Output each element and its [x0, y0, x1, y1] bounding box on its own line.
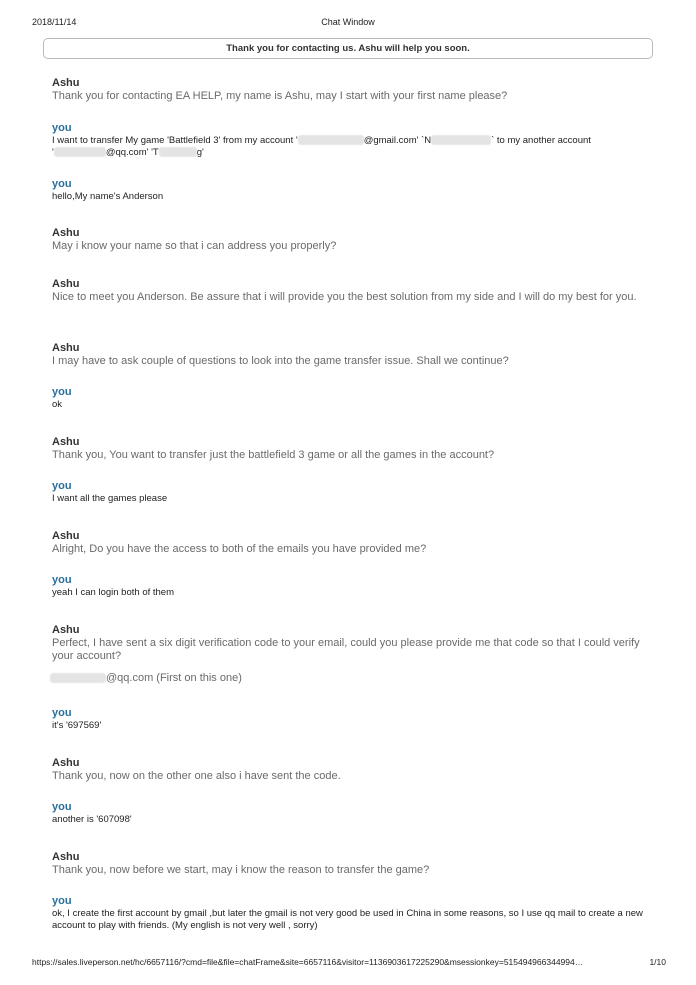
redaction [50, 673, 106, 684]
message-sender: you [52, 707, 72, 719]
text-fragment: @gmail.com' `N [363, 135, 432, 146]
text-fragment: g' [196, 147, 204, 158]
chat-message: Ashu Perfect, I have sent a six digit ve… [50, 624, 648, 685]
message-sender: Ashu [52, 77, 80, 89]
redaction [431, 135, 492, 146]
message-text: it's '697569' [52, 720, 102, 731]
message-sender: Ashu [52, 227, 80, 239]
message-sender: you [52, 386, 72, 398]
chat-message: you I want to transfer My game 'Battlefi… [52, 122, 648, 159]
text-fragment: ` to my another account [491, 135, 591, 146]
message-text: Perfect, I have sent a six digit verific… [52, 637, 640, 662]
message-text: Thank you, You want to transfer just the… [52, 449, 495, 461]
chat-banner: Thank you for contacting us. Ashu will h… [43, 38, 653, 59]
message-text: another is '607098' [52, 814, 132, 825]
chat-message: Ashu Thank you for contacting EA HELP, m… [52, 77, 648, 103]
page-title: Chat Window [321, 17, 375, 27]
chat-message: you ok, I create the first account by gm… [52, 895, 648, 932]
chat-message: Ashu Nice to meet you Anderson. Be assur… [52, 278, 648, 304]
message-sender: you [52, 801, 72, 813]
message-text: Thank you, now before we start, may i kn… [52, 864, 430, 876]
message-text: hello,My name's Anderson [52, 191, 164, 202]
message-sender: you [52, 574, 72, 586]
message-sender: Ashu [52, 530, 80, 542]
redaction [158, 147, 197, 158]
message-text: I want to transfer My game 'Battlefield … [52, 135, 648, 159]
message-text: I want all the games please [52, 493, 168, 504]
message-text: Alright, Do you have the access to both … [52, 543, 427, 555]
message-text: yeah I can login both of them [52, 587, 174, 598]
chat-message: Ashu Thank you, now before we start, may… [52, 851, 648, 877]
message-sender: Ashu [52, 757, 80, 769]
message-sender: you [52, 480, 72, 492]
chat-message: Ashu Thank you, now on the other one als… [52, 757, 648, 783]
message-sender: Ashu [52, 278, 80, 290]
redaction [297, 135, 364, 146]
chat-message: you ok [52, 386, 648, 411]
message-sender: you [52, 122, 72, 134]
page-number: 1/10 [649, 957, 666, 967]
message-email-line: @qq.com (First on this one) [50, 672, 648, 685]
message-text: Nice to meet you Anderson. Be assure tha… [52, 291, 637, 303]
message-text: Thank you for contacting EA HELP, my nam… [52, 90, 508, 102]
message-sender: Ashu [52, 436, 80, 448]
chat-message: you I want all the games please [52, 480, 648, 505]
print-header: 2018/11/14 Chat Window [0, 17, 696, 29]
message-text: ok [52, 399, 63, 410]
message-text: Thank you, now on the other one also i h… [52, 770, 341, 782]
chat-message: Ashu I may have to ask couple of questio… [52, 342, 648, 368]
chat-message: you it's '697569' [52, 707, 648, 732]
text-fragment: @qq.com (First on this one) [106, 672, 242, 684]
message-sender: you [52, 178, 72, 190]
message-sender: you [52, 895, 72, 907]
chat-message: Ashu Alright, Do you have the access to … [52, 530, 648, 556]
message-text: May i know your name so that i can addre… [52, 240, 337, 252]
message-sender: Ashu [52, 624, 80, 636]
text-fragment: @qq.com' 'T [105, 147, 159, 158]
message-sender: Ashu [52, 851, 80, 863]
chat-message: you yeah I can login both of them [52, 574, 648, 599]
message-text: ok, I create the first account by gmail … [52, 908, 643, 931]
redaction [53, 147, 106, 158]
chat-message: you hello,My name's Anderson [52, 178, 648, 203]
message-text: I may have to ask couple of questions to… [52, 355, 509, 367]
message-sender: Ashu [52, 342, 80, 354]
text-fragment: I want to transfer My game 'Battlefield … [52, 135, 298, 146]
chat-message: Ashu May i know your name so that i can … [52, 227, 648, 253]
page-url: https://sales.liveperson.net/hc/6657116/… [32, 957, 584, 967]
chat-message: you another is '607098' [52, 801, 648, 826]
chat-message: Ashu Thank you, You want to transfer jus… [52, 436, 648, 462]
